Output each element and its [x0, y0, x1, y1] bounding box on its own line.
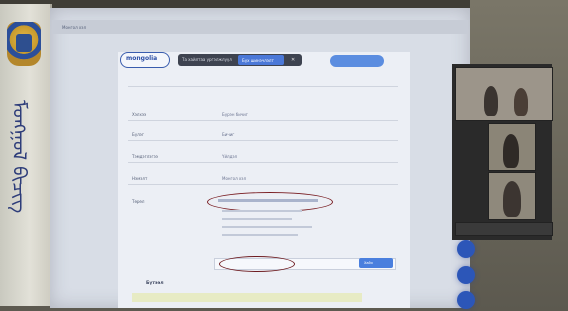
video-tile[interactable]: [488, 123, 536, 171]
section-notice: [132, 293, 362, 302]
form-label: Бүлэг: [132, 132, 144, 137]
search-button-label: Хайх: [364, 261, 373, 265]
form-label: Тэмдэглэгээ: [132, 154, 158, 159]
highlight-ellipse: [219, 256, 295, 272]
radio-option[interactable]: [222, 226, 312, 228]
divider: [128, 140, 398, 141]
radio-option[interactable]: [222, 210, 302, 212]
participant: [484, 86, 498, 116]
form-label: Төрөл: [132, 199, 145, 204]
emblem-center: [16, 34, 32, 52]
divider: [128, 86, 398, 87]
accessibility-icon[interactable]: [457, 291, 475, 309]
toast-action-label: Бүх шинэчлэлт: [242, 58, 274, 63]
divider: [128, 184, 398, 185]
participant: [503, 181, 521, 217]
video-tile[interactable]: [455, 222, 553, 236]
browser-toolbar: Монгол хэл: [52, 20, 468, 34]
radio-option-selected[interactable]: [218, 199, 318, 202]
form-value[interactable]: Бичиг: [222, 132, 234, 137]
video-tile[interactable]: [488, 172, 536, 220]
radio-option[interactable]: [222, 234, 298, 236]
form-label: Нэмэлт: [132, 176, 148, 181]
chat-icon[interactable]: [457, 266, 475, 284]
form-label: Хэлхээ: [132, 112, 147, 117]
participant: [503, 134, 519, 168]
divider: [128, 162, 398, 163]
highlight-ellipse: [207, 192, 333, 212]
browser-tab-label[interactable]: Монгол хэл: [62, 25, 86, 30]
video-tile[interactable]: [455, 67, 553, 121]
radio-option[interactable]: [222, 218, 292, 220]
close-icon[interactable]: ✕: [291, 57, 295, 63]
section-title: Бүтээл: [146, 281, 164, 286]
participant: [514, 88, 528, 116]
vertical-mongolian-script: ᠮᠣᠩᠭᠣᠯ ᠪᠢᠴᠢᠭ: [8, 100, 30, 214]
divider: [128, 120, 398, 121]
form-value[interactable]: Бүрэн бичиг: [222, 112, 248, 117]
floating-button[interactable]: [457, 240, 475, 258]
form-value[interactable]: Монгол хэл: [222, 176, 246, 181]
toast-message: Та хайлтаа үргэлжлүүл: [182, 57, 232, 62]
user-account-pill[interactable]: [330, 55, 384, 67]
form-value[interactable]: Үйлдэл: [222, 154, 237, 159]
site-logo-text: mongolia: [126, 55, 158, 62]
